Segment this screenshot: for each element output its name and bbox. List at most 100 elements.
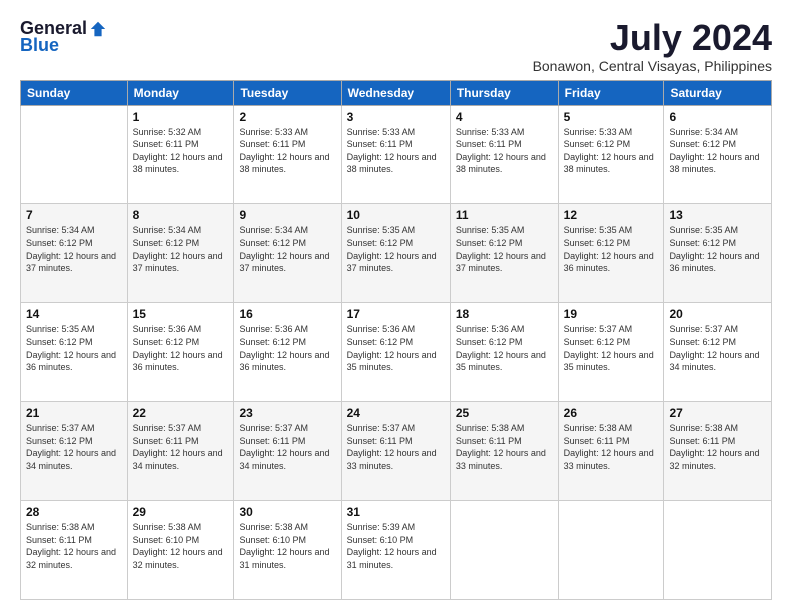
day-number: 14 (26, 307, 122, 321)
day-info: Sunrise: 5:37 AMSunset: 6:11 PMDaylight:… (133, 423, 223, 471)
calendar-cell: 31 Sunrise: 5:39 AMSunset: 6:10 PMDaylig… (341, 501, 450, 600)
calendar-cell: 20 Sunrise: 5:37 AMSunset: 6:12 PMDaylig… (664, 303, 772, 402)
calendar-cell: 16 Sunrise: 5:36 AMSunset: 6:12 PMDaylig… (234, 303, 341, 402)
header-row: Sunday Monday Tuesday Wednesday Thursday… (21, 80, 772, 105)
day-info: Sunrise: 5:37 AMSunset: 6:12 PMDaylight:… (564, 324, 654, 372)
month-title: July 2024 (533, 18, 772, 58)
day-info: Sunrise: 5:33 AMSunset: 6:11 PMDaylight:… (347, 127, 437, 175)
day-number: 27 (669, 406, 766, 420)
day-info: Sunrise: 5:32 AMSunset: 6:11 PMDaylight:… (133, 127, 223, 175)
calendar-cell: 17 Sunrise: 5:36 AMSunset: 6:12 PMDaylig… (341, 303, 450, 402)
day-info: Sunrise: 5:38 AMSunset: 6:10 PMDaylight:… (133, 522, 223, 570)
day-info: Sunrise: 5:37 AMSunset: 6:11 PMDaylight:… (347, 423, 437, 471)
calendar-cell: 23 Sunrise: 5:37 AMSunset: 6:11 PMDaylig… (234, 402, 341, 501)
header-tuesday: Tuesday (234, 80, 341, 105)
day-info: Sunrise: 5:36 AMSunset: 6:12 PMDaylight:… (456, 324, 546, 372)
day-number: 10 (347, 208, 445, 222)
header: General Blue July 2024 Bonawon, Central … (20, 18, 772, 74)
logo-blue-text: Blue (20, 35, 59, 56)
day-info: Sunrise: 5:38 AMSunset: 6:11 PMDaylight:… (564, 423, 654, 471)
calendar-cell (664, 501, 772, 600)
day-info: Sunrise: 5:35 AMSunset: 6:12 PMDaylight:… (456, 225, 546, 273)
day-info: Sunrise: 5:38 AMSunset: 6:10 PMDaylight:… (239, 522, 329, 570)
calendar-cell: 19 Sunrise: 5:37 AMSunset: 6:12 PMDaylig… (558, 303, 664, 402)
calendar-cell: 18 Sunrise: 5:36 AMSunset: 6:12 PMDaylig… (450, 303, 558, 402)
header-thursday: Thursday (450, 80, 558, 105)
day-info: Sunrise: 5:35 AMSunset: 6:12 PMDaylight:… (347, 225, 437, 273)
day-number: 29 (133, 505, 229, 519)
calendar-cell: 14 Sunrise: 5:35 AMSunset: 6:12 PMDaylig… (21, 303, 128, 402)
day-number: 23 (239, 406, 335, 420)
day-number: 5 (564, 110, 659, 124)
day-number: 31 (347, 505, 445, 519)
day-number: 1 (133, 110, 229, 124)
calendar-cell (558, 501, 664, 600)
calendar-cell: 4 Sunrise: 5:33 AMSunset: 6:11 PMDayligh… (450, 105, 558, 204)
calendar-cell: 11 Sunrise: 5:35 AMSunset: 6:12 PMDaylig… (450, 204, 558, 303)
header-friday: Friday (558, 80, 664, 105)
day-number: 24 (347, 406, 445, 420)
day-info: Sunrise: 5:33 AMSunset: 6:11 PMDaylight:… (239, 127, 329, 175)
day-number: 18 (456, 307, 553, 321)
day-number: 11 (456, 208, 553, 222)
day-number: 20 (669, 307, 766, 321)
logo: General Blue (20, 18, 107, 56)
calendar-cell: 3 Sunrise: 5:33 AMSunset: 6:11 PMDayligh… (341, 105, 450, 204)
title-section: July 2024 Bonawon, Central Visayas, Phil… (533, 18, 772, 74)
day-info: Sunrise: 5:37 AMSunset: 6:12 PMDaylight:… (669, 324, 759, 372)
calendar-cell: 27 Sunrise: 5:38 AMSunset: 6:11 PMDaylig… (664, 402, 772, 501)
header-monday: Monday (127, 80, 234, 105)
day-number: 15 (133, 307, 229, 321)
calendar-table: Sunday Monday Tuesday Wednesday Thursday… (20, 80, 772, 600)
calendar-cell: 7 Sunrise: 5:34 AMSunset: 6:12 PMDayligh… (21, 204, 128, 303)
day-info: Sunrise: 5:34 AMSunset: 6:12 PMDaylight:… (669, 127, 759, 175)
day-number: 22 (133, 406, 229, 420)
calendar-cell (21, 105, 128, 204)
day-info: Sunrise: 5:36 AMSunset: 6:12 PMDaylight:… (347, 324, 437, 372)
calendar-cell: 12 Sunrise: 5:35 AMSunset: 6:12 PMDaylig… (558, 204, 664, 303)
calendar-cell: 5 Sunrise: 5:33 AMSunset: 6:12 PMDayligh… (558, 105, 664, 204)
logo-icon (89, 20, 107, 38)
day-info: Sunrise: 5:37 AMSunset: 6:11 PMDaylight:… (239, 423, 329, 471)
calendar-cell: 25 Sunrise: 5:38 AMSunset: 6:11 PMDaylig… (450, 402, 558, 501)
day-number: 9 (239, 208, 335, 222)
calendar-cell: 22 Sunrise: 5:37 AMSunset: 6:11 PMDaylig… (127, 402, 234, 501)
calendar-cell: 1 Sunrise: 5:32 AMSunset: 6:11 PMDayligh… (127, 105, 234, 204)
day-info: Sunrise: 5:35 AMSunset: 6:12 PMDaylight:… (669, 225, 759, 273)
calendar-cell: 10 Sunrise: 5:35 AMSunset: 6:12 PMDaylig… (341, 204, 450, 303)
day-number: 3 (347, 110, 445, 124)
calendar-cell: 8 Sunrise: 5:34 AMSunset: 6:12 PMDayligh… (127, 204, 234, 303)
day-number: 21 (26, 406, 122, 420)
calendar-cell: 30 Sunrise: 5:38 AMSunset: 6:10 PMDaylig… (234, 501, 341, 600)
day-number: 8 (133, 208, 229, 222)
day-number: 6 (669, 110, 766, 124)
day-info: Sunrise: 5:34 AMSunset: 6:12 PMDaylight:… (26, 225, 116, 273)
day-number: 17 (347, 307, 445, 321)
header-wednesday: Wednesday (341, 80, 450, 105)
calendar-cell: 24 Sunrise: 5:37 AMSunset: 6:11 PMDaylig… (341, 402, 450, 501)
day-number: 7 (26, 208, 122, 222)
day-info: Sunrise: 5:34 AMSunset: 6:12 PMDaylight:… (239, 225, 329, 273)
day-number: 26 (564, 406, 659, 420)
day-info: Sunrise: 5:35 AMSunset: 6:12 PMDaylight:… (564, 225, 654, 273)
calendar-cell: 15 Sunrise: 5:36 AMSunset: 6:12 PMDaylig… (127, 303, 234, 402)
calendar-cell: 6 Sunrise: 5:34 AMSunset: 6:12 PMDayligh… (664, 105, 772, 204)
calendar-cell: 28 Sunrise: 5:38 AMSunset: 6:11 PMDaylig… (21, 501, 128, 600)
day-info: Sunrise: 5:33 AMSunset: 6:12 PMDaylight:… (564, 127, 654, 175)
day-info: Sunrise: 5:35 AMSunset: 6:12 PMDaylight:… (26, 324, 116, 372)
day-info: Sunrise: 5:37 AMSunset: 6:12 PMDaylight:… (26, 423, 116, 471)
day-info: Sunrise: 5:36 AMSunset: 6:12 PMDaylight:… (133, 324, 223, 372)
day-number: 16 (239, 307, 335, 321)
day-number: 2 (239, 110, 335, 124)
day-number: 28 (26, 505, 122, 519)
day-info: Sunrise: 5:34 AMSunset: 6:12 PMDaylight:… (133, 225, 223, 273)
calendar-cell (450, 501, 558, 600)
day-info: Sunrise: 5:36 AMSunset: 6:12 PMDaylight:… (239, 324, 329, 372)
calendar-cell: 9 Sunrise: 5:34 AMSunset: 6:12 PMDayligh… (234, 204, 341, 303)
day-number: 4 (456, 110, 553, 124)
calendar-cell: 21 Sunrise: 5:37 AMSunset: 6:12 PMDaylig… (21, 402, 128, 501)
day-number: 25 (456, 406, 553, 420)
header-saturday: Saturday (664, 80, 772, 105)
day-info: Sunrise: 5:38 AMSunset: 6:11 PMDaylight:… (456, 423, 546, 471)
day-info: Sunrise: 5:38 AMSunset: 6:11 PMDaylight:… (26, 522, 116, 570)
